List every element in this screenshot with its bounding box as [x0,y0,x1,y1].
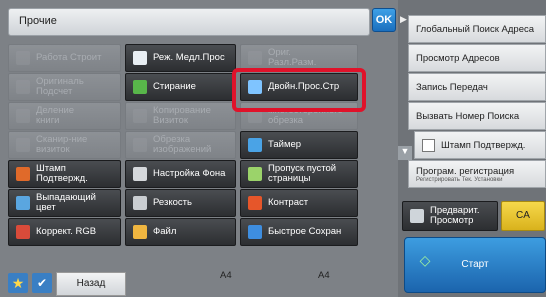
function-button-label: Настройка Фона [153,168,226,180]
function-button-3: Оригиналь Подсчет [8,73,121,101]
dropout-color-icon [16,196,30,210]
ca-button[interactable]: CA [501,201,545,231]
function-button-7: Копирование Визиток [125,102,236,130]
folder-icon [133,225,147,239]
blank-icon [133,138,147,152]
function-button-label: Деление книги [36,105,75,126]
start-button[interactable]: ◇ Старт [404,237,546,293]
search-number-label: Вызвать Номер Поиска [416,110,520,122]
blank-icon [16,51,30,65]
quick-save-icon [248,225,262,239]
search-number-button[interactable]: Вызвать Номер Поиска [408,102,546,130]
function-button-label: Обрезка изображений [153,134,212,155]
favorite-star-icon[interactable]: ★ [8,273,28,293]
contrast-icon [248,196,262,210]
rgb-icon [16,225,30,239]
blank-icon [248,51,262,65]
ok-button[interactable]: OK [372,8,396,32]
verification-stamp-label: Штамп Подтвержд. [441,139,526,151]
paper-size-2: A4 [318,270,330,281]
program-registration-sublabel: Регистрировать Тек. Установки [416,176,503,183]
sharpness-icon [133,196,147,210]
program-registration-label: Програм. регистрация [416,165,515,177]
function-button-label: Пропуск пустой страницы [268,163,337,184]
transmission-log-button[interactable]: Запись Передач [408,73,546,101]
skip-blank-icon [248,167,262,181]
function-button-12[interactable]: Штамп Подтвержд. [8,160,121,188]
duplex-scan-icon [248,80,262,94]
function-button-label: многостороннего обрезка [268,105,343,126]
function-button-label: Ориг. Разл.Разм. [268,47,317,68]
function-button-15[interactable]: Выпадающий цвет [8,189,121,217]
start-label: Старт [461,259,489,270]
verification-stamp-toggle[interactable]: Штамп Подтвержд. [414,131,546,159]
function-button-label: Коррект. RGB [36,226,97,238]
program-registration-button[interactable]: Програм. регистрация Регистрировать Тек.… [408,160,546,188]
function-button-1[interactable]: Реж. Медл.Прос [125,44,236,72]
eraser-icon [133,80,147,94]
function-button-label: Таймер [268,139,302,151]
function-button-13[interactable]: Настройка Фона [125,160,236,188]
function-button-label: Файл [153,226,177,238]
global-address-search-button[interactable]: Глобальный Поиск Адреса [408,15,546,43]
function-button-11[interactable]: Таймер [240,131,358,159]
check-icon[interactable]: ✔ [32,273,52,293]
function-button-9: Сканир-ние визиток [8,131,121,159]
function-button-17[interactable]: Контраст [240,189,358,217]
function-button-2: Ориг. Разл.Разм. [240,44,358,72]
preview-label: Предварит. Просмотр [430,205,480,226]
function-button-label: Штамп Подтвержд. [36,163,88,184]
paper-size-1: A4 [220,270,232,281]
document-icon [133,51,147,65]
function-button-label: Резкость [153,197,192,209]
function-button-label: Быстрое Сохран [268,226,342,238]
page-title: Прочие [19,15,57,27]
scroll-up-icon[interactable]: ▶ [400,14,407,25]
address-book-label: Просмотр Адресов [416,52,500,64]
address-book-button[interactable]: Просмотр Адресов [408,44,546,72]
function-button-14[interactable]: Пропуск пустой страницы [240,160,358,188]
transmission-log-label: Запись Передач [416,81,488,93]
preview-button[interactable]: Предварит. Просмотр [402,201,498,231]
blank-icon [16,109,30,123]
function-button-label: Выпадающий цвет [36,192,96,213]
back-button[interactable]: Назад [56,272,126,296]
background-icon [133,167,147,181]
function-button-label: Оригиналь Подсчет [36,76,84,97]
start-icon: ◇ [419,252,431,268]
blank-icon [133,109,147,123]
preview-icon [410,209,424,223]
function-button-label: Сканир-ние визиток [36,134,88,155]
function-button-label: Копирование Визиток [153,105,211,126]
function-button-20[interactable]: Быстрое Сохран [240,218,358,246]
title-bar: Прочие [8,8,370,36]
blank-icon [248,109,262,123]
function-button-label: Работа Строит [36,52,102,64]
global-address-search-label: Глобальный Поиск Адреса [416,23,535,35]
scroll-down-icon[interactable]: ▼ [398,146,412,160]
function-button-8: многостороннего обрезка [240,102,358,130]
clock-icon [248,138,262,152]
function-button-label: Двойн.Прос.Стр [268,81,340,93]
blank-icon [16,138,30,152]
blank-icon [16,80,30,94]
function-button-label: Контраст [268,197,309,209]
function-button-4[interactable]: Стирание [125,73,236,101]
function-button-6: Деление книги [8,102,121,130]
function-button-label: Стирание [153,81,196,93]
function-button-10: Обрезка изображений [125,131,236,159]
stamp-icon [16,167,30,181]
function-button-5[interactable]: Двойн.Прос.Стр [240,73,358,101]
function-button-0: Работа Строит [8,44,121,72]
function-button-label: Реж. Медл.Прос [153,52,225,64]
function-button-19[interactable]: Файл [125,218,236,246]
function-button-16[interactable]: Резкость [125,189,236,217]
function-button-18[interactable]: Коррект. RGB [8,218,121,246]
verification-stamp-checkbox[interactable] [422,138,435,152]
